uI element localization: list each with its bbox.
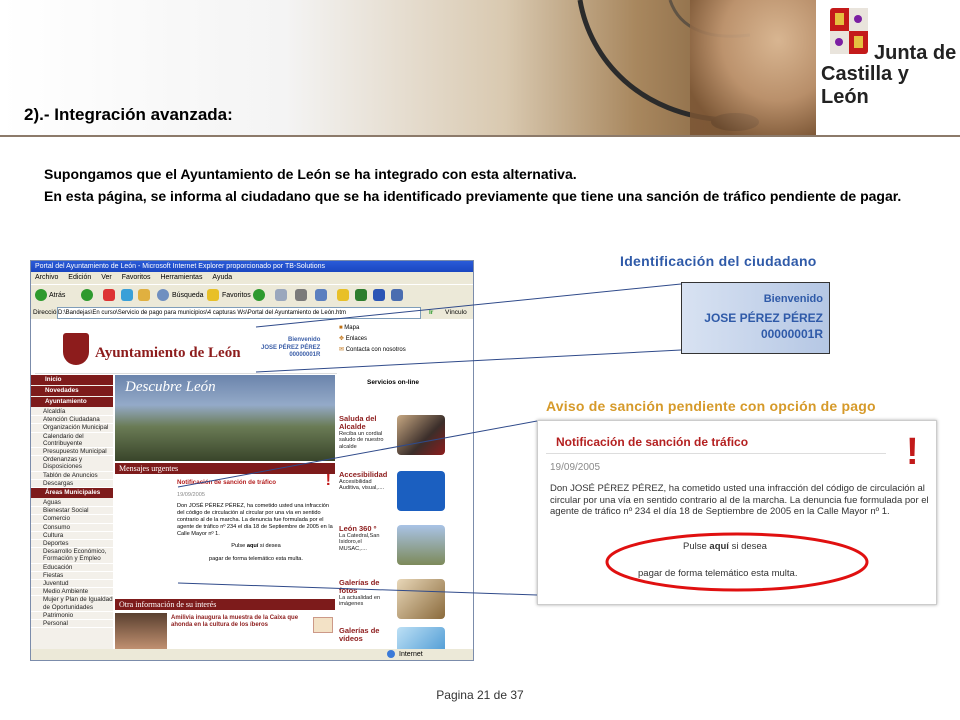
connector-line bbox=[177, 582, 538, 596]
connector-line bbox=[255, 283, 682, 328]
connector-line bbox=[177, 420, 538, 488]
connector-lines bbox=[177, 283, 682, 596]
connector-line bbox=[255, 349, 682, 373]
page-number: Pagina 21 de 37 bbox=[436, 688, 524, 702]
